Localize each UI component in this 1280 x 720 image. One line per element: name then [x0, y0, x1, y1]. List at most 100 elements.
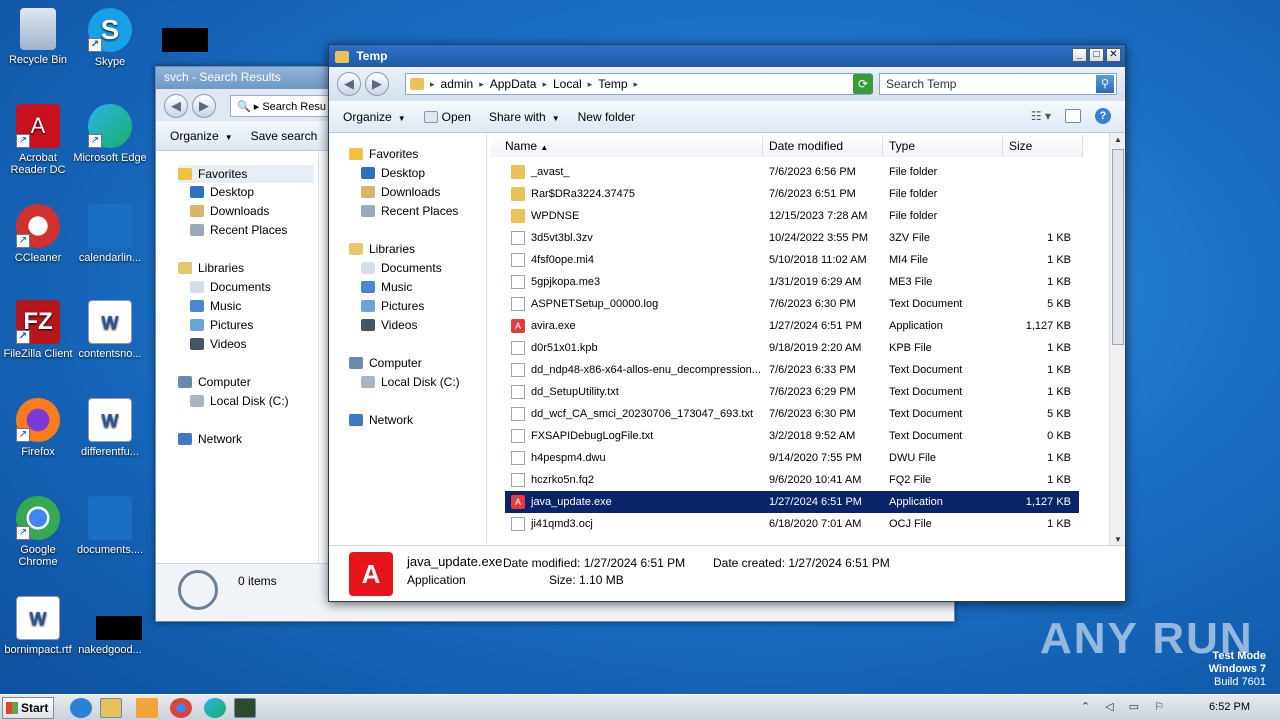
- column-size[interactable]: Size: [1003, 135, 1083, 157]
- back-button[interactable]: ◀: [337, 72, 361, 96]
- search-icon[interactable]: ⚲: [1096, 75, 1114, 93]
- recent-places-icon: [190, 224, 204, 236]
- view-options-icon[interactable]: ☷ ▾: [1031, 109, 1051, 123]
- temp-explorer-window[interactable]: Temp _ □ ✕ ◀ ▶ ▸ admin ▸ AppData ▸ Local…: [328, 44, 1126, 602]
- nav-local-disk[interactable]: Local Disk (C:): [190, 394, 289, 408]
- file-row[interactable]: dd_ndp48-x86-x64-allos-enu_decompression…: [505, 359, 1079, 381]
- nav-downloads[interactable]: Downloads: [361, 185, 440, 199]
- tray-icons[interactable]: ⌃ ◁ ▭ ⚐: [1081, 700, 1170, 713]
- breadcrumb-appdata[interactable]: AppData: [490, 77, 537, 91]
- chrome-icon[interactable]: ↗ Google Chrome: [0, 496, 76, 568]
- file-row[interactable]: _avast_ 7/6/2023 6:56 PM File folder: [505, 161, 1079, 183]
- file-row[interactable]: ji41qmd3.ocj 6/18/2020 7:01 AM OCJ File 1 K…: [505, 513, 1079, 535]
- column-date[interactable]: Date modified: [763, 135, 883, 157]
- nav-libraries[interactable]: Libraries: [349, 242, 415, 256]
- open-button[interactable]: Open: [423, 110, 471, 124]
- recycle-bin-icon[interactable]: Recycle Bin: [0, 8, 76, 66]
- breadcrumb-local[interactable]: Local: [553, 77, 582, 91]
- firefox-icon[interactable]: ↗ Firefox: [0, 398, 76, 458]
- scroll-thumb[interactable]: [1112, 149, 1124, 345]
- pictures-icon: [361, 300, 375, 312]
- nakedgood-icon[interactable]: nakedgood...: [72, 596, 148, 656]
- nav-pictures[interactable]: Pictures: [361, 299, 424, 313]
- file-row[interactable]: FXSAPIDebugLogFile.txt 3/2/2018 9:52 AM Te…: [505, 425, 1079, 447]
- nav-local-disk[interactable]: Local Disk (C:): [361, 375, 460, 389]
- documents-file-icon[interactable]: documents....: [72, 496, 148, 556]
- file-row[interactable]: Aavira.exe 1/27/2024 6:51 PM Application 1,…: [505, 315, 1079, 337]
- filezilla-icon[interactable]: FZ ↗ FileZilla Client: [0, 300, 76, 360]
- nav-videos[interactable]: Videos: [190, 337, 246, 351]
- ie-icon[interactable]: [70, 698, 92, 718]
- edge-icon[interactable]: [204, 698, 226, 718]
- column-name[interactable]: Name ▲: [491, 135, 763, 157]
- skype-icon[interactable]: S ↗ Skype: [72, 8, 148, 68]
- file-row[interactable]: dd_SetupUtility.txt 7/6/2023 6:29 PM Text …: [505, 381, 1079, 403]
- desktop-icon-label: differentfu...: [81, 446, 139, 458]
- preview-pane-icon[interactable]: [1065, 109, 1081, 123]
- file-row[interactable]: Ajava_update.exe 1/27/2024 6:51 PM Applica…: [505, 491, 1079, 513]
- file-row[interactable]: Rar$DRa3224.37475 7/6/2023 6:51 PM File fo…: [505, 183, 1079, 205]
- file-row[interactable]: h4pespm4.dwu 9/14/2020 7:55 PM DWU File 1 K…: [505, 447, 1079, 469]
- nav-videos[interactable]: Videos: [361, 318, 417, 332]
- start-button[interactable]: Start: [2, 697, 54, 719]
- media-player-icon[interactable]: [136, 698, 158, 718]
- breadcrumb-admin[interactable]: admin: [441, 77, 474, 91]
- column-type[interactable]: Type: [883, 135, 1003, 157]
- file-row[interactable]: dd_wcf_CA_smci_20230706_173047_693.txt 7/…: [505, 403, 1079, 425]
- bornimpact-doc-icon[interactable]: W bornimpact.rtf: [0, 596, 76, 656]
- disk-icon: [361, 376, 375, 388]
- nav-network[interactable]: Network: [178, 432, 242, 446]
- nav-downloads[interactable]: Downloads: [190, 204, 269, 218]
- nav-desktop[interactable]: Desktop: [361, 166, 425, 180]
- nav-network[interactable]: Network: [349, 413, 413, 427]
- file-row[interactable]: ASPNETSetup_00000.log 7/6/2023 6:30 PM Tex…: [505, 293, 1079, 315]
- share-with-button[interactable]: Share with ▼: [489, 110, 560, 124]
- nav-computer[interactable]: Computer: [178, 375, 251, 389]
- file-row[interactable]: 5gpjkopa.me3 1/31/2019 6:29 AM ME3 File 1 K…: [505, 271, 1079, 293]
- forward-button[interactable]: ▶: [365, 72, 389, 96]
- nav-libraries[interactable]: Libraries: [178, 261, 244, 275]
- forward-button[interactable]: ▶: [192, 94, 216, 118]
- file-row[interactable]: 4fsf0ope.mi4 5/10/2018 11:02 AM MI4 File 1 …: [505, 249, 1079, 271]
- nav-documents[interactable]: Documents: [361, 261, 442, 275]
- cmd-icon[interactable]: [234, 698, 256, 718]
- nav-music[interactable]: Music: [361, 280, 412, 294]
- ccleaner-icon[interactable]: ↗ CCleaner: [0, 204, 76, 264]
- organize-button[interactable]: Organize ▼: [343, 110, 406, 124]
- nav-recent[interactable]: Recent Places: [361, 204, 458, 218]
- nav-favorites[interactable]: Favorites: [178, 165, 314, 183]
- explorer-icon[interactable]: [100, 698, 122, 718]
- minimize-button[interactable]: _: [1072, 48, 1087, 62]
- refresh-icon[interactable]: ⟳: [853, 74, 873, 94]
- new-folder-button[interactable]: New folder: [578, 110, 635, 124]
- nav-favorites[interactable]: Favorites: [349, 147, 418, 161]
- nav-music[interactable]: Music: [190, 299, 241, 313]
- acrobat-icon[interactable]: A ↗ Acrobat Reader DC: [0, 104, 76, 176]
- address-bar[interactable]: ▸ admin ▸ AppData ▸ Local ▸ Temp ▸ ▼: [405, 73, 871, 95]
- nav-recent[interactable]: Recent Places: [190, 223, 287, 237]
- clock[interactable]: 6:52 PM: [1209, 701, 1250, 713]
- scroll-up-icon[interactable]: ▲: [1110, 133, 1126, 147]
- chrome-icon[interactable]: [170, 698, 192, 718]
- organize-button[interactable]: Organize ▼: [170, 129, 233, 143]
- file-row[interactable]: 3d5vt3bl.3zv 10/24/2022 3:55 PM 3ZV File 1 …: [505, 227, 1079, 249]
- nav-documents[interactable]: Documents: [190, 280, 271, 294]
- different-doc-icon[interactable]: W differentfu...: [72, 398, 148, 458]
- help-icon[interactable]: ?: [1095, 108, 1111, 124]
- maximize-button[interactable]: □: [1089, 48, 1104, 62]
- calendar-file-icon[interactable]: calendarlin...: [72, 204, 148, 264]
- edge-icon[interactable]: ↗ Microsoft Edge: [72, 104, 148, 164]
- file-row[interactable]: WPDNSE 12/15/2023 7:28 AM File folder: [505, 205, 1079, 227]
- breadcrumb-temp[interactable]: Temp: [598, 77, 627, 91]
- nav-desktop[interactable]: Desktop: [190, 185, 254, 199]
- search-input[interactable]: Search Temp ⚲: [879, 73, 1117, 95]
- vertical-scrollbar[interactable]: ▲ ▼: [1109, 133, 1125, 547]
- save-search-button[interactable]: Save search: [251, 129, 318, 143]
- close-button[interactable]: ✕: [1106, 48, 1121, 62]
- nav-computer[interactable]: Computer: [349, 356, 422, 370]
- nav-pictures[interactable]: Pictures: [190, 318, 253, 332]
- contents-doc-icon[interactable]: W contentsno...: [72, 300, 148, 360]
- file-row[interactable]: d0r51x01.kpb 9/18/2019 2:20 AM KPB File 1 K…: [505, 337, 1079, 359]
- back-button[interactable]: ◀: [164, 94, 188, 118]
- file-row[interactable]: hczrko5n.fq2 9/6/2020 10:41 AM FQ2 File 1 K…: [505, 469, 1079, 491]
